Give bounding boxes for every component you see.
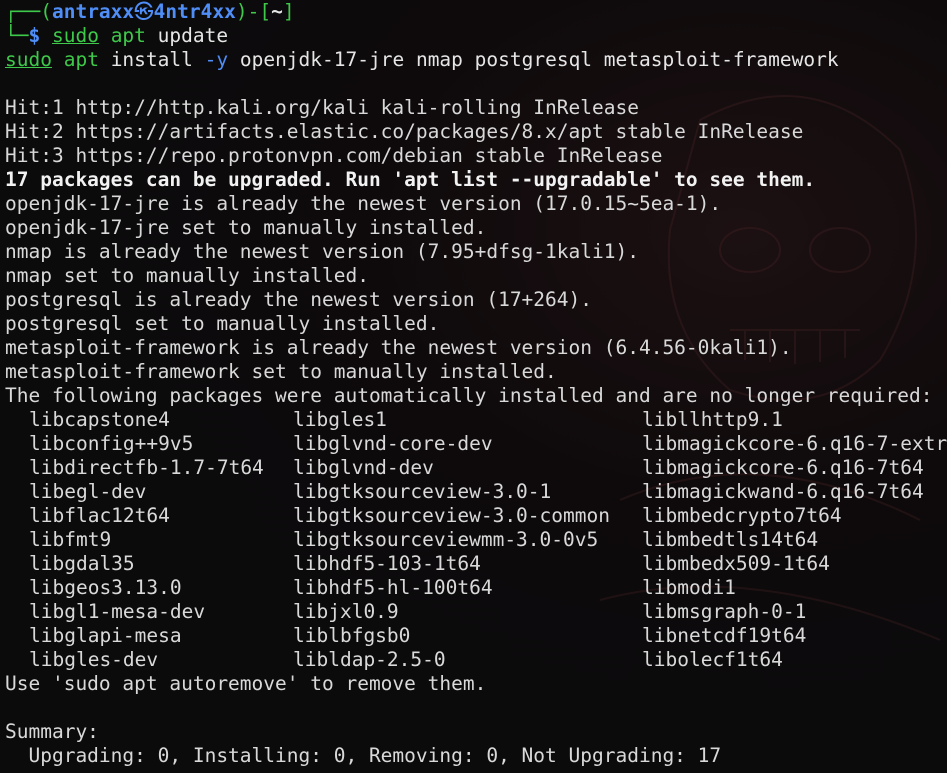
package-name: libgles-dev (29, 648, 159, 671)
package-row: libflac12t64 libgtksourceview-3.0-common l… (5, 504, 947, 528)
package-row: libglapi-mesa liblbfgsb0 libnetcdf19t64 (5, 624, 947, 648)
command-args: update (145, 24, 229, 47)
command-sudo: sudo (51, 24, 99, 47)
package-name: libcapstone4 (29, 408, 170, 431)
package-name: libgeos3.13.0 (29, 576, 182, 599)
package-name: libjxl0.9 (293, 600, 399, 623)
package-name: libgtksourceview-3.0-1 (293, 480, 552, 503)
prompt-at-symbol: ㉿ (134, 0, 154, 23)
command2-flag: -y (204, 48, 229, 71)
terminal-window[interactable]: ┌──(antraxx㉿4ntr4xx)-[~] └─$ sudo apt up… (0, 0, 947, 773)
package-name: libmagickwand-6.q16-7t64 (642, 480, 924, 503)
package-name: libfmt9 (29, 528, 112, 551)
command-apt: apt (110, 24, 146, 47)
package-name: libldap-2.5-0 (293, 648, 446, 671)
package-name: libmagickcore-6.q16-7-extra (642, 432, 947, 455)
package-name: libnetcdf19t64 (642, 624, 807, 647)
package-name: libhdf5-103-1t64 (293, 552, 481, 575)
output-upgradable-notice: 17 packages can be upgraded. Run 'apt li… (5, 168, 816, 191)
package-row: libcapstone4 libgles1 libllhttp9.1 (5, 408, 947, 432)
package-row: libgeos3.13.0 libhdf5-hl-100t64 libmodi1 (5, 576, 947, 600)
output-line: postgresql set to manually installed. (5, 312, 440, 335)
command-line-2[interactable]: sudo apt install -y openjdk-17-jre nmap … (5, 48, 947, 72)
output-hit-2: Hit:2 https://artifacts.elastic.co/packa… (5, 120, 804, 143)
package-name: libdirectfb-1.7-7t64 (29, 456, 264, 479)
output-line: postgresql is already the newest version… (5, 288, 592, 311)
summary-line: Upgrading: 0, Installing: 0, Removing: 0… (5, 744, 722, 767)
package-name: libglvnd-core-dev (293, 432, 493, 455)
package-row: libconfig++9v5 libglvnd-core-dev libmagick… (5, 432, 947, 456)
prompt-frame-mid: )-[ (235, 0, 272, 23)
output-autoremove-hint: Use 'sudo apt autoremove' to remove them… (5, 672, 487, 695)
package-name: libgdal35 (29, 552, 135, 575)
package-name: libgl1-mesa-dev (29, 600, 206, 623)
prompt-cwd: ~ (271, 0, 283, 23)
package-name: libolecf1t64 (642, 648, 783, 671)
package-row: libgles-dev libldap-2.5-0 libolecf1t64 (5, 648, 947, 672)
package-name: libllhttp9.1 (642, 408, 783, 431)
prompt-line-command[interactable]: └─$ sudo apt update (5, 24, 947, 48)
package-name: libmagickcore-6.q16-7t64 (642, 456, 924, 479)
package-row: libdirectfb-1.7-7t64 libglvnd-dev libmagic… (5, 456, 947, 480)
package-row: libgl1-mesa-dev libjxl0.9 libmsgraph-0-1 (5, 600, 947, 624)
command2-apt: apt (63, 48, 99, 71)
output-line: nmap is already the newest version (7.95… (5, 240, 639, 263)
prompt-frame: ┌──( (5, 0, 52, 23)
output-line: nmap set to manually installed. (5, 264, 369, 287)
package-name: libmodi1 (642, 576, 736, 599)
package-name: libglvnd-dev (293, 456, 434, 479)
output-line: metasploit-framework set to manually ins… (5, 360, 557, 383)
package-name: libmbedtls14t64 (642, 528, 819, 551)
package-row: libfmt9 libgtksourceviewmm-3.0-0v5 libmbed… (5, 528, 947, 552)
package-name: libgtksourceview-3.0-common (293, 504, 610, 527)
command2-sudo: sudo (5, 48, 52, 71)
package-name: libconfig++9v5 (29, 432, 194, 455)
output-line: metasploit-framework is already the newe… (5, 336, 792, 359)
package-row: libegl-dev libgtksourceview-3.0-1 libmagic… (5, 480, 947, 504)
package-list: libcapstone4 libgles1 libllhttp9.1 libconfi… (5, 408, 947, 672)
package-name: libgtksourceviewmm-3.0-0v5 (293, 528, 599, 551)
package-row: libgdal35 libhdf5-103-1t64 libmbedx509-1t6… (5, 552, 947, 576)
prompt-user: antraxx (51, 0, 135, 23)
output-following-packages: The following packages were automaticall… (5, 384, 933, 407)
prompt-line-top: ┌──(antraxx㉿4ntr4xx)-[~] (5, 0, 947, 24)
package-name: libglapi-mesa (29, 624, 182, 647)
output-hit-1: Hit:1 http://http.kali.org/kali kali-rol… (5, 96, 639, 119)
package-name: libhdf5-hl-100t64 (293, 576, 493, 599)
prompt-host: 4ntr4xx (153, 0, 236, 23)
output-hit-3: Hit:3 https://repo.protonvpn.com/debian … (5, 144, 663, 167)
terminal-output: ┌──(antraxx㉿4ntr4xx)-[~] └─$ sudo apt up… (5, 0, 947, 768)
package-name: libmbedcrypto7t64 (642, 504, 842, 527)
package-name: libmsgraph-0-1 (642, 600, 807, 623)
summary-title: Summary: (5, 720, 99, 743)
prompt-dollar: $ (28, 24, 52, 47)
package-name: libgles1 (293, 408, 387, 431)
output-line: openjdk-17-jre is already the newest ver… (5, 192, 722, 215)
package-name: libmbedx509-1t64 (642, 552, 830, 575)
package-name: liblbfgsb0 (293, 624, 411, 647)
command2-install: install (98, 48, 205, 71)
prompt-frame-bottom: └─ (5, 24, 29, 47)
command2-packages: openjdk-17-jre nmap postgresql metasploi… (228, 48, 839, 71)
package-name: libegl-dev (29, 480, 147, 503)
output-line: openjdk-17-jre set to manually installed… (5, 216, 487, 239)
prompt-frame-end: ] (282, 0, 295, 23)
package-name: libflac12t64 (29, 504, 170, 527)
